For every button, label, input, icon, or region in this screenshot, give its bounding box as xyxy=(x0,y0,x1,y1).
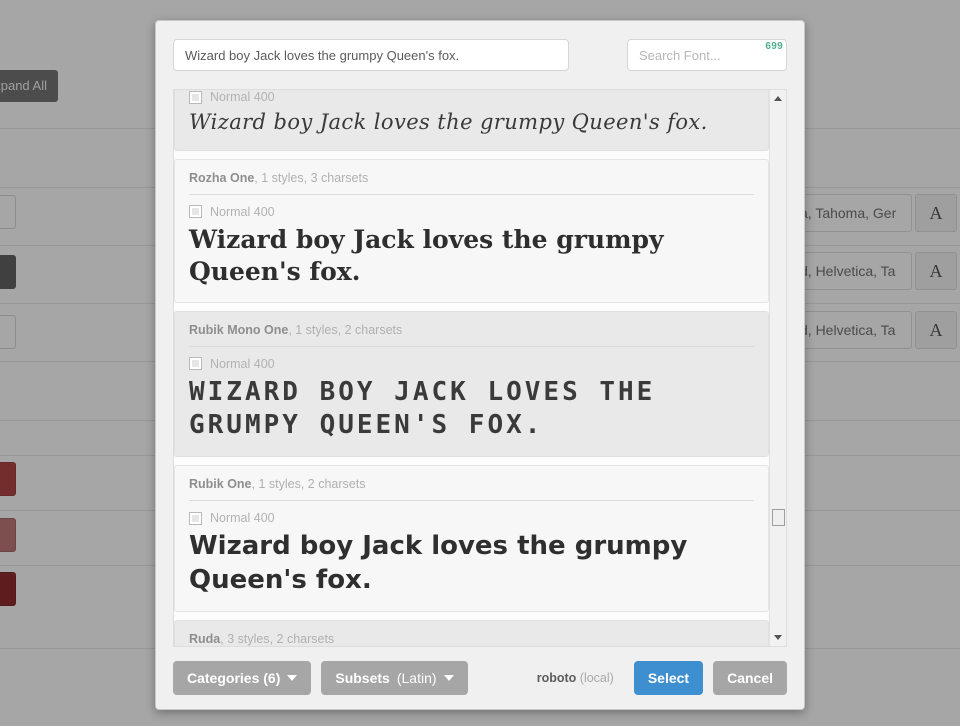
font-style-label: Normal 400 xyxy=(210,356,275,371)
font-style-label: Normal 400 xyxy=(210,90,275,104)
checkbox-icon[interactable] xyxy=(189,90,202,104)
font-card-title: Rozha One, 1 styles, 3 charsets xyxy=(189,171,754,194)
font-preview: Wizard boy Jack loves the grumpy Queen's… xyxy=(189,224,664,286)
font-card[interactable]: Rubik One, 1 styles, 2 charsets Normal 4… xyxy=(174,465,769,612)
font-meta: , 1 styles, 2 charsets xyxy=(251,477,366,492)
chevron-down-icon xyxy=(287,675,298,681)
font-card[interactable]: Rozha One, 1 styles, 3 charsets Normal 4… xyxy=(174,158,769,303)
font-name: Rozha One xyxy=(189,170,255,185)
font-meta: , 3 styles, 2 charsets xyxy=(220,631,335,646)
sample-text-input[interactable] xyxy=(173,39,569,71)
checkbox-icon[interactable] xyxy=(189,205,202,219)
font-style-label: Normal 400 xyxy=(210,511,275,526)
categories-button[interactable]: Categories (6) xyxy=(173,661,312,695)
font-count-badge: 699 xyxy=(765,41,783,52)
modal-footer: Categories (6) Subsets (Latin) roboto (l… xyxy=(156,647,804,709)
subsets-button[interactable]: Subsets (Latin) xyxy=(321,661,468,695)
card-divider xyxy=(189,500,754,502)
font-picker-modal: 699 Normal 400 Wizard boy Jack loves the… xyxy=(155,20,805,710)
font-preview: Wizard boy Jack loves the grumpy Queen's… xyxy=(189,376,656,441)
font-card[interactable]: Normal 400 Wizard boy Jack loves the gru… xyxy=(174,90,769,151)
font-name: Rubik One xyxy=(189,477,252,492)
local-font-suffix: (local) xyxy=(576,671,614,685)
font-list[interactable]: Normal 400 Wizard boy Jack loves the gru… xyxy=(174,90,769,646)
font-name: Rubik Mono One xyxy=(189,322,289,337)
font-style-row[interactable]: Normal 400 xyxy=(189,205,754,222)
font-card-title: Rubik Mono One, 1 styles, 2 charsets xyxy=(189,323,754,346)
subsets-label: Subsets xyxy=(335,670,390,686)
subsets-value: (Latin) xyxy=(396,670,437,686)
local-font-name: roboto xyxy=(536,671,577,685)
scroll-down-arrow-icon[interactable] xyxy=(770,629,786,646)
font-preview: Wizard boy Jack loves the grumpy Queen's… xyxy=(189,531,688,595)
card-divider xyxy=(189,193,754,195)
modal-header: 699 xyxy=(156,21,804,89)
card-divider xyxy=(189,345,754,347)
checkbox-icon[interactable] xyxy=(189,357,202,371)
scroll-up-arrow-icon[interactable] xyxy=(770,90,786,107)
font-card-title: Ruda, 3 styles, 2 charsets xyxy=(189,632,754,646)
font-preview: Wizard boy Jack loves the grumpy Queen's… xyxy=(189,110,708,134)
page-root: Expand All a, Tahoma, Ger A d, Helvetica… xyxy=(0,0,960,726)
font-meta: , 1 styles, 3 charsets xyxy=(254,170,369,185)
font-style-row[interactable]: Normal 400 xyxy=(189,357,754,374)
font-card[interactable]: Ruda, 3 styles, 2 charsets xyxy=(174,619,769,646)
chevron-down-icon xyxy=(443,675,454,681)
font-name: Ruda xyxy=(189,631,221,646)
font-meta: , 1 styles, 2 charsets xyxy=(288,322,403,337)
font-style-label: Normal 400 xyxy=(210,204,275,219)
cancel-button[interactable]: Cancel xyxy=(713,661,787,695)
font-list-scrollbar[interactable] xyxy=(769,90,786,646)
categories-label: Categories (6) xyxy=(187,670,281,686)
font-card[interactable]: Rubik Mono One, 1 styles, 2 charsets Nor… xyxy=(174,310,769,458)
select-button[interactable]: Select xyxy=(633,661,704,695)
font-list-region: Normal 400 Wizard boy Jack loves the gru… xyxy=(173,89,787,647)
checkbox-icon[interactable] xyxy=(189,511,202,525)
scrollbar-thumb[interactable] xyxy=(772,509,785,526)
font-style-row[interactable]: Normal 400 xyxy=(189,511,754,528)
font-card-title: Rubik One, 1 styles, 2 charsets xyxy=(189,477,754,500)
search-font-input[interactable] xyxy=(627,39,787,71)
search-font-wrap: 699 xyxy=(627,39,787,71)
local-font-indicator: roboto (local) xyxy=(537,671,614,685)
font-style-row[interactable]: Normal 400 xyxy=(189,90,754,107)
